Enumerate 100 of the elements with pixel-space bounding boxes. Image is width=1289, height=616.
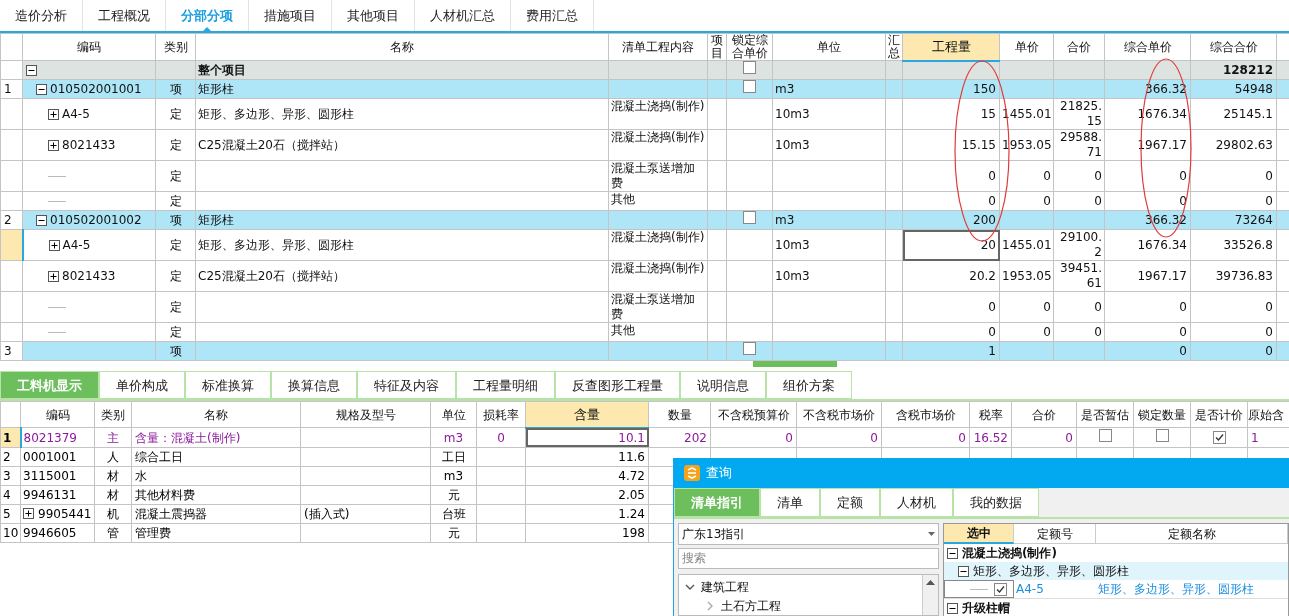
column-header[interactable]: 数量 <box>648 401 711 428</box>
column-header[interactable]: 编码 <box>22 33 156 61</box>
column-header[interactable]: 名称 <box>131 401 301 428</box>
column-header[interactable]: 损耗率 <box>476 401 526 428</box>
column-header[interactable]: 编码 <box>20 401 95 428</box>
tab[interactable]: 说明信息 <box>680 371 766 400</box>
table-cell: 0 <box>1179 300 1187 315</box>
column-header[interactable]: 原始含 <box>1247 401 1289 428</box>
tab[interactable]: 人材机汇总 <box>415 0 511 31</box>
tree-item[interactable]: 建筑工程 <box>685 577 922 596</box>
tab[interactable]: 造价分析 <box>0 0 83 31</box>
tab[interactable]: 标准换算 <box>185 371 271 400</box>
tab[interactable]: 工程概况 <box>83 0 166 31</box>
tab[interactable]: 我的数据 <box>953 488 1039 517</box>
checkbox[interactable] <box>1098 428 1112 442</box>
table-cell: 10m3 <box>775 138 810 153</box>
tab[interactable]: 措施项目 <box>249 0 332 31</box>
column-header[interactable]: 定额号 <box>1014 524 1096 544</box>
column-header[interactable]: 含税市场价 <box>881 401 970 428</box>
column-header[interactable]: 定额名称 <box>1096 524 1288 544</box>
column-header[interactable]: 锁定数量 <box>1133 401 1191 428</box>
expand-icon[interactable] <box>48 139 59 151</box>
table-cell: 定 <box>169 169 182 184</box>
column-header[interactable]: 综合合价 <box>1190 33 1277 61</box>
tree-item[interactable]: 土石方工程 <box>685 596 922 615</box>
splitter-handle[interactable] <box>752 361 837 368</box>
collapse-icon[interactable] <box>36 83 47 95</box>
column-header[interactable]: 单位 <box>772 33 886 61</box>
checkbox[interactable] <box>1155 428 1169 442</box>
table-cell: 水 <box>135 468 147 483</box>
collapse-icon[interactable] <box>947 602 958 614</box>
scroll-up-icon[interactable] <box>926 580 935 585</box>
column-header[interactable]: 合价 <box>1011 401 1077 428</box>
expand-icon[interactable] <box>48 108 59 120</box>
tab[interactable]: 反查图形工程量 <box>555 371 680 400</box>
scrollbar[interactable] <box>922 575 938 615</box>
table-cell: m3 <box>775 213 795 228</box>
column-header[interactable]: 不含税市场价 <box>796 401 882 428</box>
tab[interactable]: 人材机 <box>880 488 953 517</box>
table-cell: 200 <box>973 213 996 228</box>
collapse-icon[interactable] <box>26 64 37 76</box>
column-header[interactable]: 名称 <box>195 33 609 61</box>
expand-icon[interactable] <box>23 508 34 520</box>
column-header[interactable]: 合价 <box>1053 33 1105 61</box>
table-cell: 39451.61 <box>1060 261 1102 291</box>
column-header[interactable]: 清单工程内容 <box>608 33 708 61</box>
collapse-icon[interactable] <box>36 214 47 226</box>
tab[interactable]: 换算信息 <box>271 371 357 400</box>
table-cell: 54948 <box>1234 82 1273 97</box>
table-cell: 0 <box>1043 325 1051 340</box>
column-header[interactable]: 是否计价 <box>1190 401 1248 428</box>
checkbox[interactable] <box>1212 430 1226 444</box>
table-cell: 矩形柱 <box>198 213 234 228</box>
table-cell: 项 <box>169 344 182 359</box>
tab[interactable]: 工程量明细 <box>456 371 555 400</box>
table-cell: 0 <box>785 430 793 445</box>
column-header[interactable]: 单位 <box>430 401 477 428</box>
table-cell: 0 <box>1094 168 1102 183</box>
column-header[interactable]: 是否暂估 <box>1076 401 1134 428</box>
tab[interactable]: 费用汇总 <box>511 0 594 31</box>
column-header[interactable]: 规格及型号 <box>300 401 431 428</box>
column-header[interactable]: 类别 <box>155 33 196 61</box>
collapse-icon[interactable] <box>947 547 958 559</box>
tab[interactable]: 组价方案 <box>766 371 852 400</box>
row-number: 5 <box>3 506 11 521</box>
table-cell: m3 <box>775 82 795 97</box>
tab[interactable]: 单价构成 <box>99 371 185 400</box>
column-header[interactable]: 税率 <box>969 401 1012 428</box>
column-header[interactable]: 工程量 <box>902 33 1000 61</box>
group-label: 混凝土浇捣(制作) <box>962 545 1057 562</box>
checkbox[interactable] <box>743 342 756 356</box>
column-header[interactable]: 锁定综合单价 <box>726 33 773 61</box>
column-header[interactable]: 单价 <box>999 33 1054 61</box>
table-cell: 29802.63 <box>1215 138 1273 153</box>
table-cell: 定 <box>169 269 182 284</box>
column-header[interactable]: 不含税预算价 <box>710 401 797 428</box>
column-header[interactable]: 选中 <box>944 524 1014 544</box>
table-cell-text: 9946131 <box>23 486 77 504</box>
table-cell: m3 <box>443 430 464 445</box>
row-number: 3 <box>4 344 12 359</box>
table-cell: 1 <box>988 344 996 359</box>
table-cell: 202 <box>684 430 707 445</box>
expand-icon[interactable] <box>48 239 60 251</box>
table-cell: 定 <box>169 138 182 153</box>
tab[interactable]: 定额 <box>820 488 880 517</box>
checkbox[interactable] <box>743 61 756 75</box>
column-header[interactable]: 综合单价 <box>1104 33 1191 61</box>
guide-dropdown[interactable]: 广东13指引 <box>678 523 939 545</box>
collapse-icon[interactable] <box>958 565 969 577</box>
expand-icon[interactable] <box>48 270 59 282</box>
table-cell: m3 <box>443 468 464 483</box>
tab[interactable]: 特征及内容 <box>357 371 456 400</box>
search-field[interactable]: 搜索 <box>678 547 939 569</box>
checkbox[interactable] <box>743 211 756 225</box>
column-header[interactable]: 类别 <box>94 401 132 428</box>
tab[interactable]: 清单 <box>760 488 820 517</box>
checkbox[interactable] <box>743 80 756 94</box>
tab[interactable]: 其他项目 <box>332 0 415 31</box>
checkbox[interactable] <box>994 582 1007 596</box>
column-header[interactable]: 含量 <box>525 401 649 428</box>
